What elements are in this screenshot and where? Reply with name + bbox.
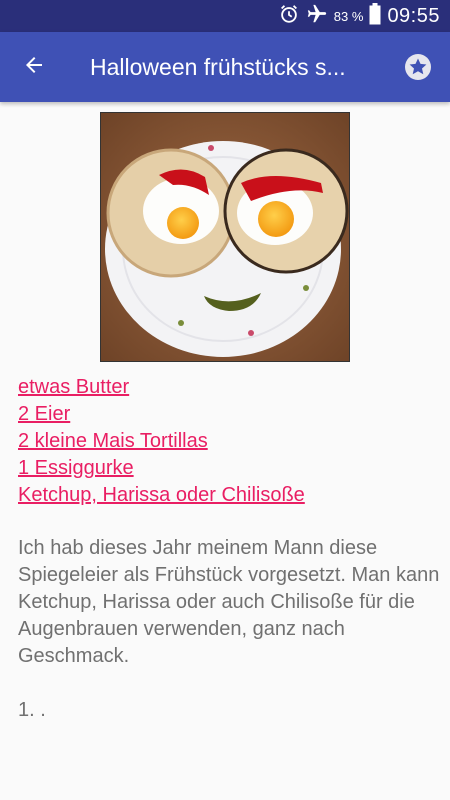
favorite-button[interactable] bbox=[402, 51, 434, 83]
ingredient-list: etwas Butter 2 Eier 2 kleine Mais Tortil… bbox=[18, 374, 305, 509]
recipe-content: etwas Butter 2 Eier 2 kleine Mais Tortil… bbox=[0, 102, 450, 800]
back-button[interactable] bbox=[14, 49, 54, 85]
battery-percent: 83 % bbox=[333, 8, 364, 24]
recipe-photo bbox=[100, 112, 350, 362]
page-title: Halloween frühstücks s... bbox=[90, 54, 346, 80]
airplane-icon bbox=[306, 3, 328, 30]
ingredient-link[interactable]: Ketchup, Harissa oder Chilisoße bbox=[18, 482, 305, 509]
ingredient-link[interactable]: 1 Essiggurke bbox=[18, 455, 305, 482]
recipe-description: Ich hab dieses Jahr meinem Mann diese Sp… bbox=[18, 537, 440, 667]
alarm-icon bbox=[278, 3, 300, 30]
back-arrow-icon bbox=[22, 53, 46, 82]
ingredient-link[interactable]: 2 kleine Mais Tortillas bbox=[18, 428, 305, 455]
clock: 09:55 bbox=[387, 4, 440, 27]
app-bar: Halloween frühstücks s... bbox=[0, 32, 450, 102]
status-bar-right: 83 % 09:55 bbox=[278, 0, 440, 32]
battery-icon bbox=[369, 2, 381, 30]
status-bar: 83 % 09:55 bbox=[0, 0, 450, 32]
star-icon bbox=[402, 54, 434, 87]
ingredient-link[interactable]: 2 Eier bbox=[18, 401, 305, 428]
instruction-step: 1. . bbox=[18, 699, 46, 721]
ingredient-link[interactable]: etwas Butter bbox=[18, 374, 305, 401]
